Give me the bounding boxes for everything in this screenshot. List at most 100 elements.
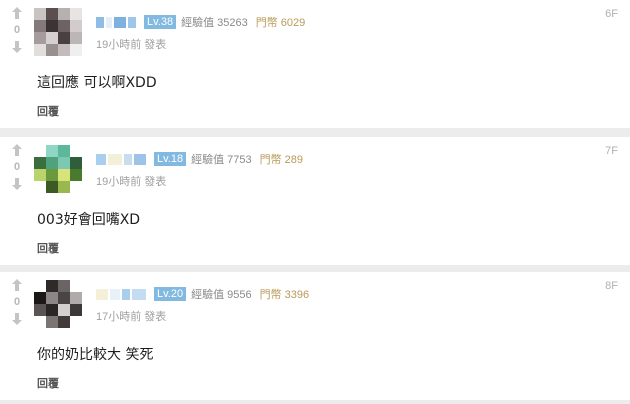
username-pixel <box>96 16 104 28</box>
avatar-pixel <box>58 8 70 20</box>
vote-box: 0 <box>8 6 26 54</box>
avatar-pixel <box>34 32 46 44</box>
comment: 0 Lv.38 經驗值 35263 門幣 6029 19小時前 發表 6F 這回… <box>0 0 630 128</box>
avatar[interactable] <box>34 280 82 328</box>
avatar-pixel <box>34 181 46 193</box>
downvote-arrow-icon[interactable] <box>8 40 26 54</box>
avatar-pixel <box>46 157 58 169</box>
username-pixelated[interactable] <box>96 16 138 28</box>
level-badge: Lv.38 <box>144 15 177 29</box>
avatar-pixel <box>70 304 82 316</box>
avatar-pixel <box>70 181 82 193</box>
username-pixel <box>134 153 146 165</box>
vote-score: 0 <box>13 161 21 173</box>
avatar-pixel <box>58 44 70 56</box>
avatar-pixel <box>70 20 82 32</box>
downvote-arrow-icon[interactable] <box>8 312 26 326</box>
avatar-pixel <box>70 8 82 20</box>
avatar-pixel <box>34 20 46 32</box>
vote-score: 0 <box>13 296 21 308</box>
username-pixel <box>114 16 126 28</box>
avatar-pixel <box>46 316 58 328</box>
avatar-pixel <box>58 181 70 193</box>
avatar-pixel <box>34 304 46 316</box>
experience-value: 經驗值 35263 <box>181 17 248 29</box>
avatar-pixel <box>70 169 82 181</box>
avatar-pixel <box>34 169 46 181</box>
username-pixelated[interactable] <box>96 153 148 165</box>
comment-meta: Lv.38 經驗值 35263 門幣 6029 <box>96 14 305 30</box>
username-pixel <box>106 16 112 28</box>
upvote-arrow-icon[interactable] <box>8 278 26 292</box>
avatar-pixel <box>70 145 82 157</box>
comment-text: 003好會回嘴XD <box>37 212 141 228</box>
floor-number: 7F <box>605 145 618 157</box>
avatar-pixel <box>46 280 58 292</box>
post-time: 19小時前 發表 <box>96 176 167 188</box>
reply-button[interactable]: 回覆 <box>37 240 59 256</box>
avatar-pixel <box>46 8 58 20</box>
comment: 0 Lv.18 經驗值 7753 門幣 289 19小時前 發表 7F 003好… <box>0 137 630 265</box>
avatar-pixel <box>34 145 46 157</box>
comment-meta: Lv.20 經驗值 9556 門幣 3396 <box>96 286 309 302</box>
coin-value: 門幣 6029 <box>255 17 306 29</box>
vote-box: 0 <box>8 143 26 191</box>
avatar-pixel <box>70 32 82 44</box>
avatar-pixel <box>70 157 82 169</box>
level-badge: Lv.20 <box>154 287 187 301</box>
avatar-pixel <box>34 8 46 20</box>
avatar-pixel <box>70 292 82 304</box>
comment-text: 你的奶比較大 笑死 <box>37 347 154 363</box>
avatar-pixel <box>58 157 70 169</box>
avatar-pixel <box>46 292 58 304</box>
avatar-pixel <box>58 316 70 328</box>
username-pixel <box>110 288 120 300</box>
username-pixel <box>128 16 136 28</box>
avatar-pixel <box>34 157 46 169</box>
level-badge: Lv.18 <box>154 152 187 166</box>
downvote-arrow-icon[interactable] <box>8 177 26 191</box>
floor-number: 8F <box>605 280 618 292</box>
avatar-pixel <box>46 20 58 32</box>
username-pixel <box>122 288 130 300</box>
post-time: 17小時前 發表 <box>96 311 167 323</box>
comment-text: 這回應 可以啊XDD <box>37 75 157 91</box>
experience-value: 經驗值 9556 <box>191 289 252 301</box>
coin-value: 門幣 3396 <box>259 289 310 301</box>
username-pixel <box>96 153 106 165</box>
upvote-arrow-icon[interactable] <box>8 143 26 157</box>
avatar-pixel <box>70 44 82 56</box>
avatar-pixel <box>46 304 58 316</box>
username-pixelated[interactable] <box>96 288 148 300</box>
avatar-pixel <box>58 169 70 181</box>
upvote-arrow-icon[interactable] <box>8 6 26 20</box>
avatar-pixel <box>58 292 70 304</box>
avatar-pixel <box>46 145 58 157</box>
avatar-pixel <box>46 44 58 56</box>
avatar-pixel <box>34 44 46 56</box>
comment: 0 Lv.20 經驗值 9556 門幣 3396 17小時前 發表 8F 你的奶… <box>0 272 630 400</box>
avatar-pixel <box>58 280 70 292</box>
floor-number: 6F <box>605 8 618 20</box>
avatar-pixel <box>70 280 82 292</box>
avatar-pixel <box>34 292 46 304</box>
vote-score: 0 <box>13 24 21 36</box>
avatar-pixel <box>70 316 82 328</box>
avatar-pixel <box>58 20 70 32</box>
coin-value: 門幣 289 <box>259 154 304 166</box>
username-pixel <box>132 288 146 300</box>
avatar-pixel <box>34 280 46 292</box>
vote-box: 0 <box>8 278 26 326</box>
reply-button[interactable]: 回覆 <box>37 375 59 391</box>
avatar-pixel <box>58 145 70 157</box>
comment-meta: Lv.18 經驗值 7753 門幣 289 <box>96 151 303 167</box>
avatar-pixel <box>46 181 58 193</box>
username-pixel <box>108 153 122 165</box>
avatar-pixel <box>58 304 70 316</box>
avatar-pixel <box>46 169 58 181</box>
username-pixel <box>124 153 132 165</box>
experience-value: 經驗值 7753 <box>191 154 252 166</box>
avatar[interactable] <box>34 145 82 193</box>
reply-button[interactable]: 回覆 <box>37 103 59 119</box>
avatar[interactable] <box>34 8 82 56</box>
